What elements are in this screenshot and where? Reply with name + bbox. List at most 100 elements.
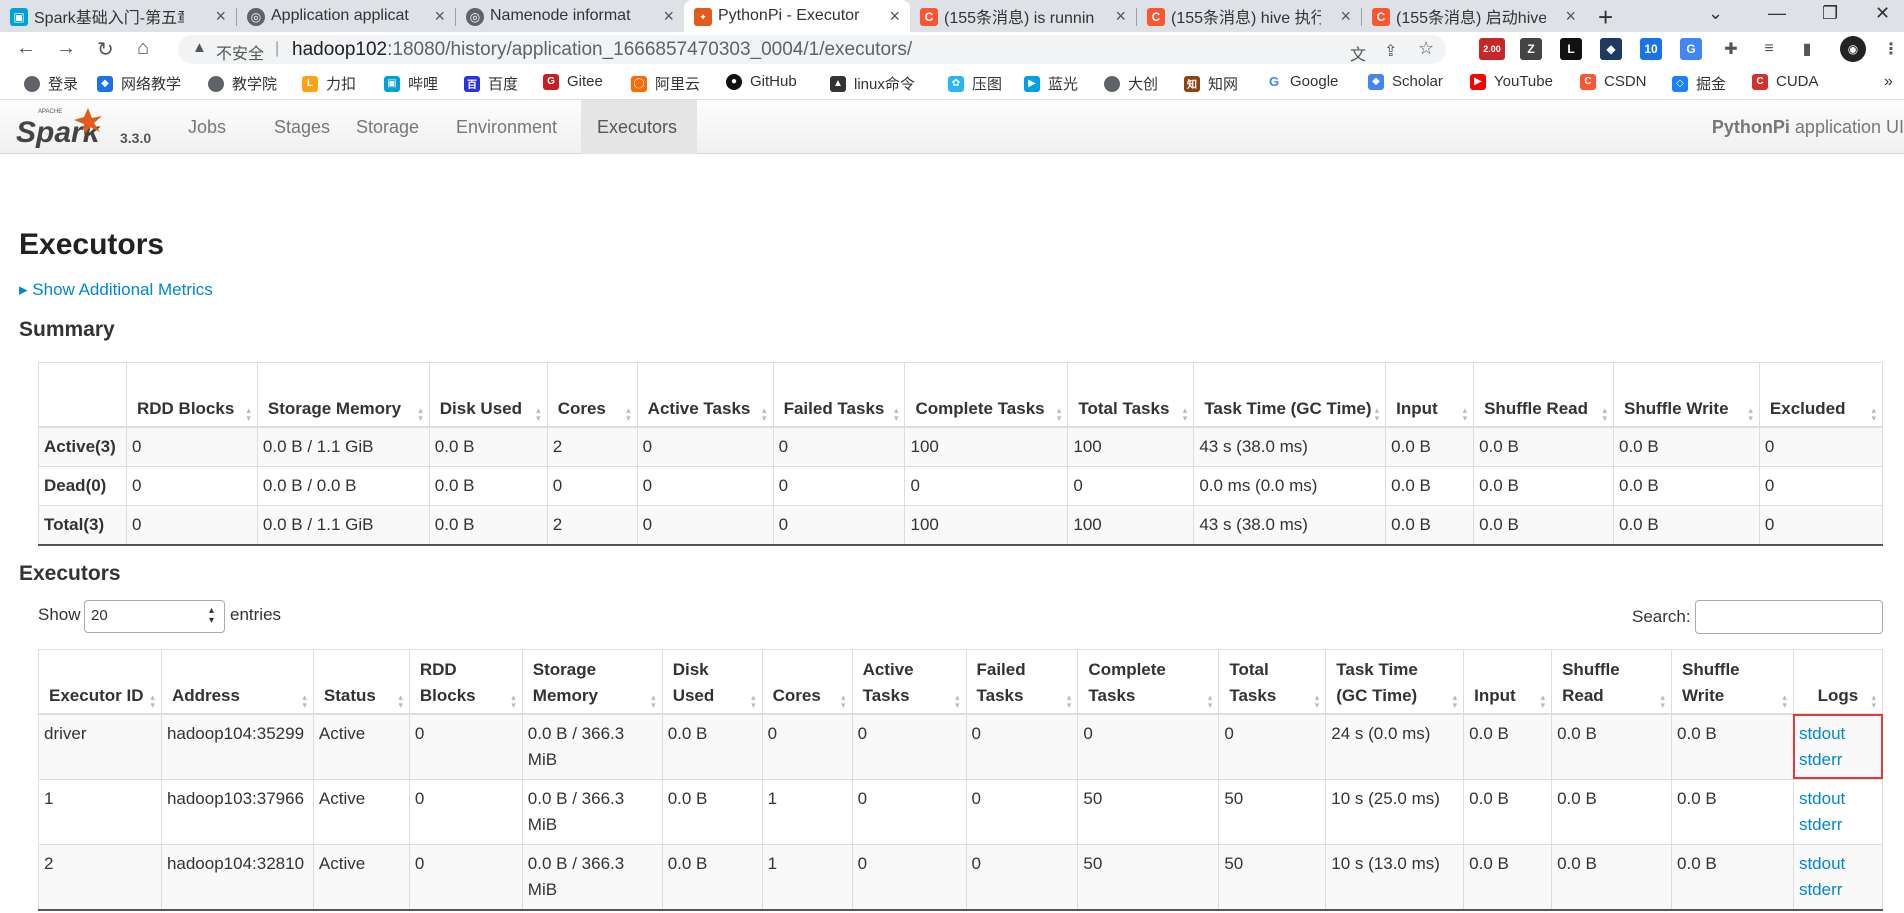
minimize-icon[interactable]: — [1768,3,1786,24]
bookmark-item[interactable]: ◆ Scholar [1368,73,1443,90]
browser-tab[interactable]: C (155条消息) is runnin × [910,0,1136,32]
exec-header[interactable]: RDD Blocks [408,649,523,715]
bookmark-star-icon[interactable]: ☆ [1418,38,1434,59]
close-tab-icon[interactable]: × [663,6,674,27]
bookmark-item[interactable]: G Google [1266,73,1338,90]
summary-header[interactable]: Disk Used [428,362,548,428]
zhihu-ext-icon[interactable]: Z [1520,38,1542,60]
nav-stages[interactable]: Stages [258,100,346,154]
summary-header[interactable]: Excluded [1758,362,1884,428]
bookmark-item[interactable]: 登录 [24,73,78,94]
browser-tab[interactable]: C (155条消息) hive 执行 × [1137,0,1361,32]
reading-list-icon[interactable]: ≡ [1758,38,1780,60]
bookmark-item[interactable]: ▲ linux命令 [830,73,915,94]
close-tab-icon[interactable]: × [434,6,445,27]
summary-header[interactable]: Shuffle Write [1613,362,1760,428]
url-input[interactable]: ▲ 不安全 | hadoop102:18080/history/applicat… [178,35,1446,64]
new-tab-button[interactable]: + [1598,2,1613,33]
tab-search-icon[interactable]: ⌄ [1708,3,1723,24]
restore-icon[interactable]: ❐ [1822,3,1838,24]
browser-tab[interactable]: C (155条消息) 启动hive × [1362,0,1586,32]
summary-header[interactable]: Cores [546,362,638,428]
browser-tab-active[interactable]: ✦ PythonPi - Executor × [684,0,910,32]
summary-header[interactable]: Failed Tasks [772,362,905,428]
browser-tab[interactable]: ◎ Application applicat × [237,0,455,32]
translate-icon[interactable]: 文 [1350,41,1366,65]
exec-header[interactable]: Storage Memory [521,649,663,715]
bookmark-item[interactable]: C CSDN [1580,73,1647,90]
stdout-link[interactable]: stdout [1799,721,1877,747]
bookmark-item[interactable]: ◯ 阿里云 [631,73,700,94]
more-bookmarks-icon[interactable]: » [1884,73,1893,91]
summary-header[interactable]: Total Tasks [1067,362,1194,428]
extension-badge-icon[interactable]: 2.00 [1479,38,1505,60]
spark-logo[interactable]: APACHE Spark [16,102,116,152]
exec-header[interactable]: Task Time (GC Time) [1325,649,1464,715]
nav-executors[interactable]: Executors [581,100,697,154]
exec-header[interactable]: Complete Tasks [1077,649,1219,715]
exec-header[interactable]: Failed Tasks [965,649,1078,715]
bookmark-item[interactable]: ✿ 压图 [948,73,1002,94]
ten-ext-icon[interactable]: 10 [1640,38,1662,60]
stderr-link[interactable]: stderr [1799,812,1877,838]
exec-header[interactable]: Shuffle Write [1671,649,1794,715]
close-tab-icon[interactable]: × [1115,6,1126,27]
cube-ext-icon[interactable]: ◆ [1600,38,1622,60]
nav-storage[interactable]: Storage [340,100,435,154]
stdout-link[interactable]: stdout [1799,786,1877,812]
leetcode-ext-icon[interactable]: L [1560,38,1582,60]
browser-menu-icon[interactable]: ⋮ [1883,38,1899,60]
summary-header[interactable]: Complete Tasks [904,362,1068,428]
summary-header[interactable]: Active Tasks [636,362,774,428]
exec-header[interactable]: Logs [1792,649,1884,715]
share-icon[interactable]: ⇪ [1384,41,1397,61]
profile-avatar[interactable]: ◉ [1840,36,1866,62]
translate-ext-icon[interactable]: G [1680,38,1702,60]
side-panel-icon[interactable]: ▮ [1796,38,1818,60]
exec-header[interactable]: Disk Used [661,649,763,715]
bookmark-item[interactable]: ● GitHub [726,73,797,90]
exec-header[interactable]: Input [1463,649,1552,715]
back-icon[interactable]: ← [16,37,36,60]
bookmark-item[interactable]: 知知网 [1184,73,1238,94]
bookmark-item[interactable]: ▶ 蓝光 [1024,73,1078,94]
summary-header[interactable]: Task Time (GC Time) [1193,362,1386,428]
close-tab-icon[interactable]: × [215,6,226,27]
show-additional-metrics-link[interactable]: ▸ Show Additional Metrics [19,280,213,300]
extensions-puzzle-icon[interactable]: ✚ [1720,38,1742,60]
nav-jobs[interactable]: Jobs [172,100,242,154]
close-window-icon[interactable]: ✕ [1875,3,1890,24]
exec-header[interactable]: Shuffle Read [1551,649,1672,715]
exec-header[interactable]: Total Tasks [1218,649,1326,715]
exec-header[interactable]: Status [312,649,410,715]
bookmark-item[interactable]: 大创 [1104,73,1158,94]
bookmark-item[interactable]: G Gitee [543,73,603,90]
summary-header[interactable]: Shuffle Read [1473,362,1614,428]
summary-header[interactable]: Storage Memory [256,362,430,428]
browser-tab[interactable]: ◎ Namenode informat × [456,0,684,32]
exec-header[interactable]: Active Tasks [851,649,966,715]
stderr-link[interactable]: stderr [1799,747,1877,773]
exec-header[interactable]: Executor ID [38,649,162,715]
close-tab-icon[interactable]: × [889,6,900,27]
bookmark-item[interactable]: C CUDA [1752,73,1819,90]
summary-header[interactable]: RDD Blocks [125,362,258,428]
reload-icon[interactable]: ↻ [97,37,114,62]
bookmark-item[interactable]: ▶ YouTube [1470,73,1553,90]
nav-environment[interactable]: Environment [440,100,573,154]
stderr-link[interactable]: stderr [1799,877,1877,903]
bookmark-item[interactable]: 教学院 [208,73,277,94]
bookmark-item[interactable]: ▣ 哔哩 [384,73,438,94]
exec-header[interactable]: Cores [761,649,853,715]
exec-header[interactable]: Address [160,649,314,715]
page-size-select[interactable]: 20 ▴ ▾ [84,600,225,633]
search-input[interactable] [1695,600,1883,634]
forward-icon[interactable]: → [56,37,76,60]
close-tab-icon[interactable]: × [1340,6,1351,27]
bookmark-item[interactable]: L 力扣 [302,73,356,94]
bookmark-item[interactable]: ◇ 掘金 [1672,73,1726,94]
stdout-link[interactable]: stdout [1799,851,1877,877]
browser-tab[interactable]: ▣ Spark基础入门-第五章 × [0,0,236,32]
summary-header[interactable]: Input [1385,362,1474,428]
home-icon[interactable]: ⌂ [137,37,149,60]
